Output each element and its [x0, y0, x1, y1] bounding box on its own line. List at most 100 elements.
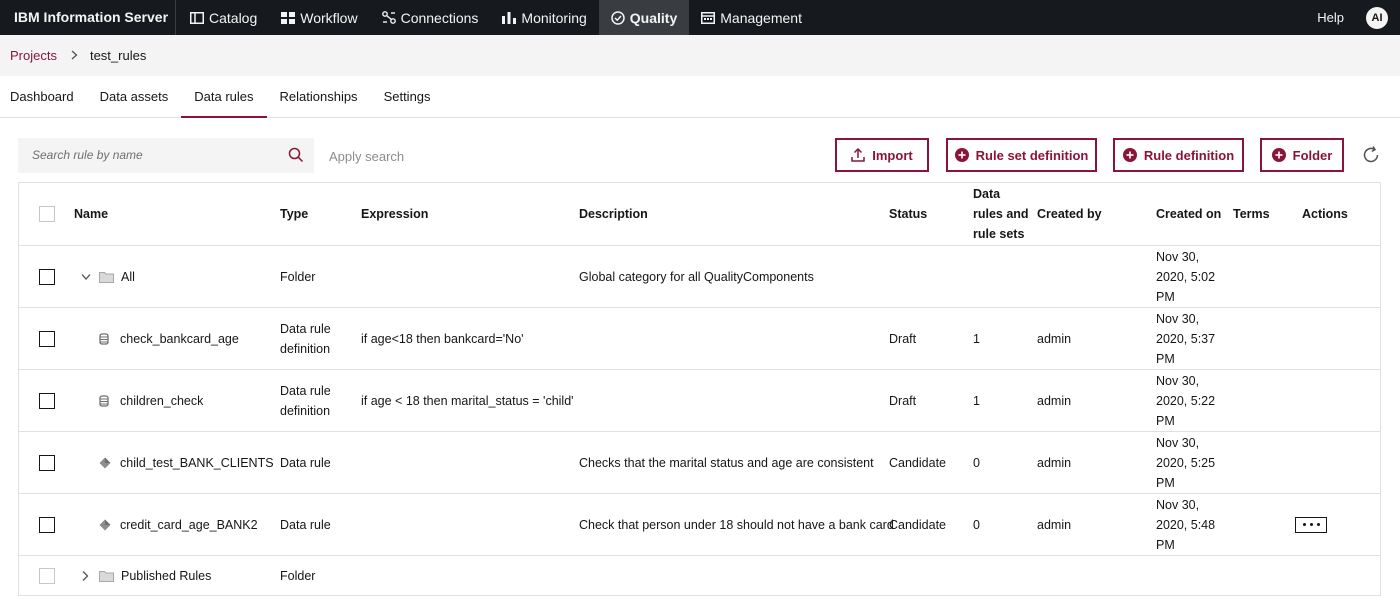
nav-catalog[interactable]: Catalog: [178, 0, 269, 35]
import-label: Import: [872, 147, 913, 163]
chevron-right-icon[interactable]: [82, 570, 89, 581]
row-created-on-line1: Nov 30,: [1156, 249, 1200, 264]
header-status[interactable]: Status: [889, 204, 927, 224]
row-description: Check that person under 18 should not ha…: [579, 517, 894, 532]
row-checkbox[interactable]: [39, 454, 55, 471]
row-name[interactable]: children_check: [120, 391, 203, 411]
row-type: Folder: [280, 269, 316, 284]
nav-management[interactable]: Management: [689, 0, 814, 35]
row-name[interactable]: check_bankcard_age: [120, 329, 239, 349]
select-all-checkbox[interactable]: [39, 206, 55, 222]
row-created-on-line2: 2020, 5:22: [1156, 393, 1216, 408]
monitoring-icon: [502, 11, 517, 24]
row-created-on-line1: Nov 30,: [1156, 497, 1200, 512]
table-row[interactable]: child_test_BANK_CLIENTS Data rule Checks…: [19, 432, 1380, 494]
row-description: Checks that the marital status and age a…: [579, 455, 874, 470]
header-rules-count[interactable]: Data rules and rule sets: [973, 184, 1029, 244]
row-checkbox[interactable]: [39, 516, 55, 533]
connections-icon: [381, 11, 396, 24]
rule-set-definition-button[interactable]: Rule set definition: [946, 138, 1097, 172]
header-actions: Actions: [1302, 207, 1348, 221]
nav-monitoring[interactable]: Monitoring: [490, 0, 598, 35]
row-created-on-line2: 2020, 5:25: [1156, 455, 1216, 470]
tab-data-rules[interactable]: Data rules: [181, 76, 267, 118]
overflow-menu-icon: [1309, 523, 1313, 526]
row-name[interactable]: child_test_BANK_CLIENTS: [120, 453, 274, 473]
tab-settings[interactable]: Settings: [371, 76, 444, 117]
breadcrumb-projects[interactable]: Projects: [10, 48, 57, 63]
upload-icon: [851, 148, 866, 162]
chevron-down-icon[interactable]: [81, 273, 91, 280]
breadcrumb-current: test_rules: [89, 48, 147, 63]
nav-quality[interactable]: Quality: [598, 0, 690, 35]
header-rules-count-line2: rules and: [973, 207, 1029, 221]
tab-data-assets[interactable]: Data assets: [87, 76, 182, 117]
row-created-on: Nov 30, 2020, 5:25 PM: [1156, 433, 1215, 493]
table-row[interactable]: check_bankcard_age Data rule definition …: [19, 308, 1380, 370]
row-expression: if age < 18 then marital_status = 'child…: [361, 393, 574, 408]
refresh-icon[interactable]: [1361, 145, 1381, 165]
rule-definition-icon: [99, 394, 109, 407]
avatar[interactable]: AI: [1366, 6, 1388, 29]
brand-title[interactable]: IBM Information Server: [0, 0, 176, 35]
row-count: 0: [973, 517, 980, 532]
rule-definition-button[interactable]: Rule definition: [1113, 138, 1244, 172]
nav-connections[interactable]: Connections: [370, 0, 491, 35]
row-created-on: Nov 30, 2020, 5:37 PM: [1156, 309, 1215, 369]
header-created-on[interactable]: Created on: [1156, 204, 1221, 224]
nav-connections-label: Connections: [400, 9, 479, 26]
row-created-on: Nov 30, 2020, 5:02 PM: [1156, 247, 1215, 307]
row-name[interactable]: Published Rules: [121, 566, 211, 586]
row-type: Data rule: [280, 455, 331, 470]
apply-search-button[interactable]: Apply search: [329, 149, 404, 164]
header-expression[interactable]: Expression: [361, 204, 428, 224]
row-created-on-line3: PM: [1156, 537, 1175, 552]
overflow-menu-icon: [1316, 523, 1320, 526]
quality-icon: [611, 10, 625, 25]
nav-quality-label: Quality: [629, 9, 678, 26]
row-checkbox[interactable]: [39, 567, 55, 584]
help-link[interactable]: Help: [1317, 10, 1344, 25]
project-tabs: Dashboard Data assets Data rules Relatio…: [0, 76, 1400, 118]
header-rules-count-line1: Data: [973, 187, 1001, 201]
add-circle-icon: [1122, 148, 1137, 162]
table-row[interactable]: children_check Data rule definition if a…: [19, 370, 1380, 432]
add-folder-button[interactable]: Folder: [1260, 138, 1344, 172]
search-icon[interactable]: [288, 147, 304, 163]
search-box: [18, 138, 314, 173]
row-type: Folder: [280, 568, 316, 583]
row-created-on: Nov 30, 2020, 5:22 PM: [1156, 371, 1215, 431]
rule-set-definition-label: Rule set definition: [975, 147, 1089, 163]
table-row[interactable]: Published Rules Folder: [19, 556, 1380, 596]
row-expression: if age<18 then bankcard='No': [361, 331, 524, 346]
row-checkbox[interactable]: [39, 392, 55, 409]
data-rule-icon: [99, 457, 111, 468]
header-type[interactable]: Type: [280, 204, 308, 224]
header-name[interactable]: Name: [74, 204, 108, 224]
row-checkbox[interactable]: [39, 330, 55, 347]
rule-definition-label: Rule definition: [1143, 147, 1235, 163]
tab-relationships[interactable]: Relationships: [267, 76, 371, 117]
nav-workflow[interactable]: Workflow: [269, 0, 369, 35]
folder-label: Folder: [1292, 147, 1333, 163]
row-created-on-line3: PM: [1156, 413, 1175, 428]
row-type: Data rule definition: [280, 319, 331, 359]
header-description[interactable]: Description: [579, 204, 648, 224]
row-created-on-line2: 2020, 5:02: [1156, 269, 1216, 284]
tab-dashboard[interactable]: Dashboard: [0, 76, 87, 117]
import-button[interactable]: Import: [835, 138, 929, 172]
header-created-by[interactable]: Created by: [1037, 204, 1102, 224]
header-terms[interactable]: Terms: [1233, 204, 1270, 224]
table-row[interactable]: All Folder Global category for all Quali…: [19, 246, 1380, 308]
row-name[interactable]: credit_card_age_BANK2: [120, 515, 258, 535]
row-checkbox[interactable]: [39, 268, 55, 285]
row-name[interactable]: All: [121, 267, 135, 287]
row-created-by: admin: [1037, 393, 1072, 408]
overflow-menu-button[interactable]: [1295, 516, 1327, 533]
table-row[interactable]: credit_card_age_BANK2 Data rule Check th…: [19, 494, 1380, 556]
top-nav-bar: IBM Information Server Catalog Workflow …: [0, 0, 1400, 35]
row-count: 1: [973, 331, 980, 346]
breadcrumb: Projects test_rules: [0, 35, 1400, 76]
search-input[interactable]: [32, 148, 282, 162]
header-rules-count-line3: rule sets: [973, 227, 1025, 241]
